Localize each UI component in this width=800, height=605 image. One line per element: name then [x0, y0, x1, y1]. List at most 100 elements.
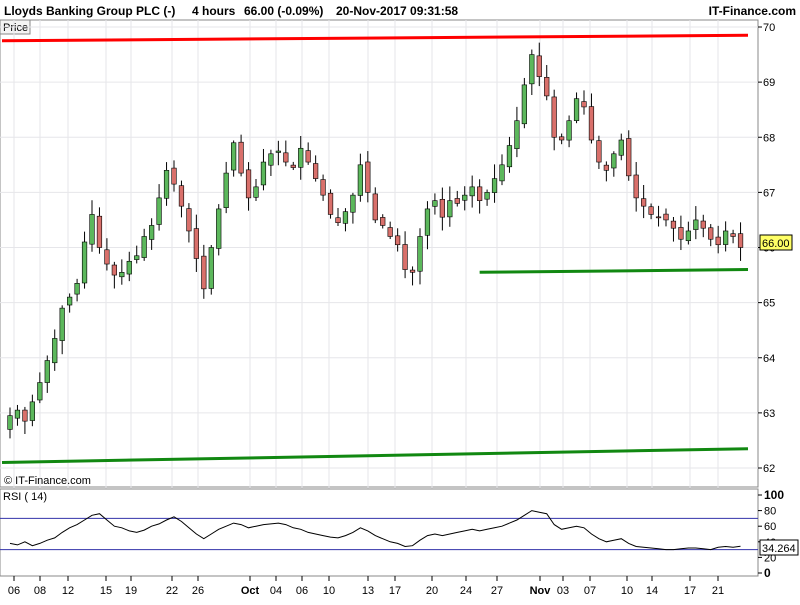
watermark: © IT-Finance.com — [4, 475, 91, 487]
candle-body-up — [149, 225, 155, 240]
candle-body-down — [588, 106, 595, 141]
candle-body-down — [581, 101, 587, 108]
candle-body-up — [141, 236, 147, 258]
candle-body-down — [559, 136, 565, 141]
candle-body-up — [163, 170, 170, 199]
candle-body-down — [320, 179, 326, 196]
candle-body-up — [298, 147, 304, 168]
candle-body-up — [685, 230, 691, 242]
candle-body-down — [670, 220, 677, 229]
candle-body-up — [618, 139, 624, 156]
candle-body-down — [655, 216, 662, 219]
candle-body-up — [37, 382, 43, 401]
candle-body-up — [52, 338, 58, 364]
price-tick-label: 70 — [763, 22, 775, 34]
candle-body-up — [14, 409, 21, 419]
x-tick-label: Oct — [241, 585, 260, 597]
candle-body-up — [469, 186, 475, 197]
candle-body-up — [566, 120, 572, 141]
candle-body-up — [350, 194, 356, 213]
candle-body-up — [81, 241, 88, 284]
candle-body-up — [529, 54, 535, 85]
candle-body-down — [290, 164, 296, 168]
x-tick-label: 21 — [712, 585, 724, 597]
rsi-y-axis: 100806040200 — [758, 488, 784, 580]
rsi-tick-label: 80 — [764, 506, 776, 518]
candle-body-down — [663, 213, 669, 221]
last-price-label: 66.00 — [762, 238, 790, 250]
x-tick-label: 24 — [460, 585, 472, 597]
candle-body-up — [521, 84, 527, 125]
x-tick-label: 10 — [621, 585, 633, 597]
candle-body-up — [424, 208, 431, 236]
candle-body-up — [223, 172, 229, 208]
candle-body-up — [275, 150, 281, 153]
candle-body-down — [193, 228, 199, 259]
candle-body-down — [313, 163, 319, 179]
candle-body-down — [730, 233, 736, 237]
timeframe-label: 4 hours — [192, 4, 236, 18]
x-tick-label: 14 — [646, 585, 658, 597]
candle-body-down — [178, 185, 185, 207]
x-tick-label: Nov — [530, 585, 552, 597]
rsi-panel[interactable] — [0, 488, 759, 577]
candle-body-up — [119, 272, 125, 278]
x-tick-label: 12 — [62, 585, 74, 597]
candle-body-up — [462, 194, 468, 201]
x-tick-label: 07 — [584, 585, 596, 597]
candle-body-down — [395, 235, 401, 246]
x-tick-label: 26 — [192, 585, 204, 597]
rsi-value-label: 34.264 — [762, 543, 796, 555]
price-panel[interactable] — [0, 19, 759, 488]
candle-body-down — [201, 255, 207, 290]
candle-body-up — [29, 401, 35, 421]
candle-body-up — [89, 214, 95, 245]
rsi-tick-label: 0 — [764, 566, 771, 580]
candle-body-up — [506, 145, 513, 168]
price-tick-label: 64 — [763, 353, 775, 365]
candle-body-down — [171, 167, 177, 185]
candle-body-up — [432, 200, 438, 207]
candle — [208, 245, 214, 295]
datetime-label: 20-Nov-2017 09:31:58 — [336, 4, 458, 18]
x-tick-label: 06 — [296, 585, 308, 597]
candle-body-down — [700, 220, 706, 229]
quote-label: 66.00 (-0.09%) — [244, 4, 323, 18]
candle-body-down — [678, 227, 684, 240]
candle — [216, 204, 222, 256]
x-tick-label: 19 — [125, 585, 137, 597]
candle-body-up — [260, 161, 267, 186]
price-panel-label: Price — [3, 22, 28, 34]
candle-body-down — [111, 264, 117, 276]
stock-chart[interactable]: Lloyds Banking Group PLC (-) 4 hours 66.… — [0, 0, 800, 600]
x-tick-label: 27 — [491, 585, 503, 597]
candle-body-down — [551, 96, 557, 138]
candle-body-down — [544, 77, 550, 97]
x-tick-label: 10 — [323, 585, 335, 597]
candle-body-up — [693, 219, 699, 230]
chart-canvas[interactable]: Lloyds Banking Group PLC (-) 4 hours 66.… — [0, 0, 800, 600]
candle-body-up — [499, 164, 505, 182]
candle-body-up — [7, 415, 13, 430]
candle-body-up — [231, 142, 237, 171]
candle-body-up — [253, 186, 259, 198]
candle-body-down — [96, 215, 103, 248]
rsi-tick-label: 100 — [764, 488, 784, 502]
x-tick-label: 20 — [426, 585, 438, 597]
price-tick-label: 65 — [763, 298, 775, 310]
candle-body-down — [402, 244, 408, 270]
price-tick-label: 69 — [763, 77, 775, 89]
candle-body-down — [603, 164, 609, 171]
candle-body-down — [536, 55, 542, 77]
candle-body-up — [126, 260, 132, 275]
candle-body-up — [67, 296, 73, 306]
candle-body-up — [44, 360, 50, 383]
candle-body-down — [380, 217, 386, 226]
candle-body-up — [268, 153, 274, 166]
candle — [521, 77, 527, 129]
candle-body-down — [737, 233, 744, 248]
candle-body-down — [22, 409, 28, 422]
candle-body-up — [514, 120, 520, 149]
candle-body-down — [372, 193, 378, 221]
candle-body-down — [439, 199, 445, 218]
